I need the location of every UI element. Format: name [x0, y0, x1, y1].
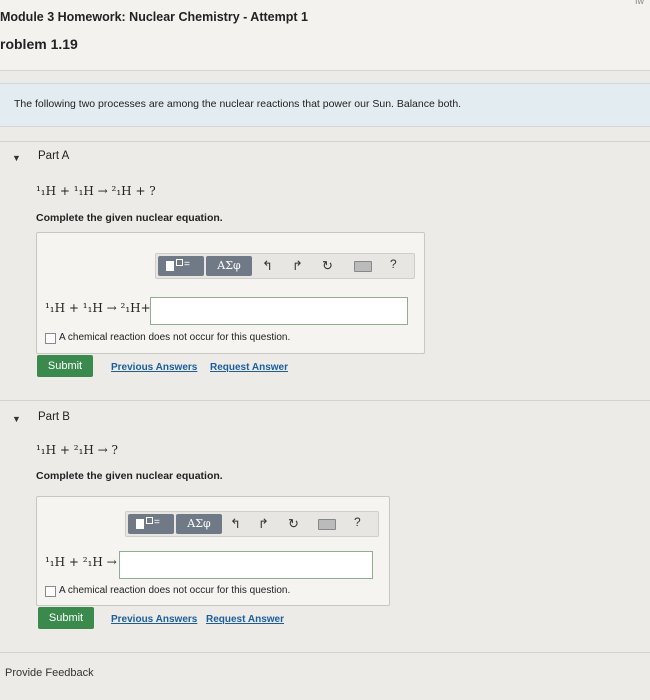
divider: [0, 141, 650, 142]
divider: [0, 652, 650, 653]
part-b-equation: ¹₁H + ²₁H → ?: [36, 443, 118, 457]
undo-icon[interactable]: ↰: [230, 515, 241, 533]
help-icon[interactable]: ?: [390, 257, 397, 271]
header: Module 3 Homework: Nuclear Chemistry - A…: [0, 0, 650, 71]
template-button[interactable]: =: [158, 256, 204, 276]
part-b-answer-input[interactable]: [119, 551, 373, 579]
part-b-submit-button[interactable]: Submit: [38, 607, 94, 629]
keyboard-icon[interactable]: [318, 519, 336, 530]
part-a-instruction: Complete the given nuclear equation.: [36, 212, 223, 224]
part-a-no-reaction-checkbox[interactable]: [45, 333, 56, 344]
part-a-answer-input[interactable]: [150, 297, 408, 325]
part-a-submit-button[interactable]: Submit: [37, 355, 93, 377]
template-icon: [166, 261, 174, 271]
part-a-toolbar: = ΑΣφ ↰ ↱ ↻ ?: [155, 253, 415, 279]
corner-link[interactable]: Iw: [635, 0, 644, 6]
redo-icon[interactable]: ↱: [292, 257, 303, 275]
template-button[interactable]: =: [128, 514, 174, 534]
part-a-equation: ¹₁H + ¹₁H → ²₁H + ?: [36, 184, 156, 198]
redo-icon[interactable]: ↱: [258, 515, 269, 533]
superscript-icon: [146, 517, 153, 524]
module-title: Module 3 Homework: Nuclear Chemistry - A…: [0, 10, 308, 24]
superscript-icon: [176, 259, 183, 266]
part-b-toolbar: = ΑΣφ ↰ ↱ ↻ ?: [125, 511, 379, 537]
part-a-answer-prefix: ¹₁H + ¹₁H → ²₁H+: [45, 301, 151, 315]
template-icon: [136, 519, 144, 529]
part-b-title[interactable]: Part B: [38, 411, 70, 423]
intro-panel: The following two processes are among th…: [0, 83, 650, 127]
part-b-answer-box: = ΑΣφ ↰ ↱ ↻ ? ¹₁H + ²₁H → A chemical rea…: [36, 496, 390, 606]
part-a-no-reaction-label: A chemical reaction does not occur for t…: [59, 332, 291, 343]
reset-icon[interactable]: ↻: [322, 257, 333, 275]
keyboard-icon[interactable]: [354, 261, 372, 272]
template-label: =: [184, 259, 190, 270]
intro-text: The following two processes are among th…: [14, 98, 462, 110]
greek-symbols-button[interactable]: ΑΣφ: [176, 514, 222, 534]
part-a-request-answer-link[interactable]: Request Answer: [210, 362, 288, 373]
part-b-no-reaction-label: A chemical reaction does not occur for t…: [59, 585, 291, 596]
provide-feedback-link[interactable]: Provide Feedback: [5, 667, 94, 679]
part-b-collapse-icon[interactable]: ▼: [12, 414, 21, 424]
part-a-title[interactable]: Part A: [38, 150, 69, 162]
undo-icon[interactable]: ↰: [262, 257, 273, 275]
help-icon[interactable]: ?: [354, 515, 361, 529]
part-b-request-answer-link[interactable]: Request Answer: [206, 614, 284, 625]
part-a-collapse-icon[interactable]: ▼: [12, 153, 21, 163]
reset-icon[interactable]: ↻: [288, 515, 299, 533]
part-b-instruction: Complete the given nuclear equation.: [36, 470, 223, 482]
divider: [0, 400, 650, 401]
part-b-previous-answers-link[interactable]: Previous Answers: [111, 614, 197, 625]
greek-symbols-button[interactable]: ΑΣφ: [206, 256, 252, 276]
part-b-no-reaction-checkbox[interactable]: [45, 586, 56, 597]
part-a-previous-answers-link[interactable]: Previous Answers: [111, 362, 197, 373]
part-b-answer-prefix: ¹₁H + ²₁H →: [45, 555, 117, 569]
problem-title: roblem 1.19: [0, 36, 78, 52]
template-label: =: [154, 517, 160, 528]
part-a-answer-box: = ΑΣφ ↰ ↱ ↻ ? ¹₁H + ¹₁H → ²₁H+ A chemica…: [36, 232, 425, 354]
